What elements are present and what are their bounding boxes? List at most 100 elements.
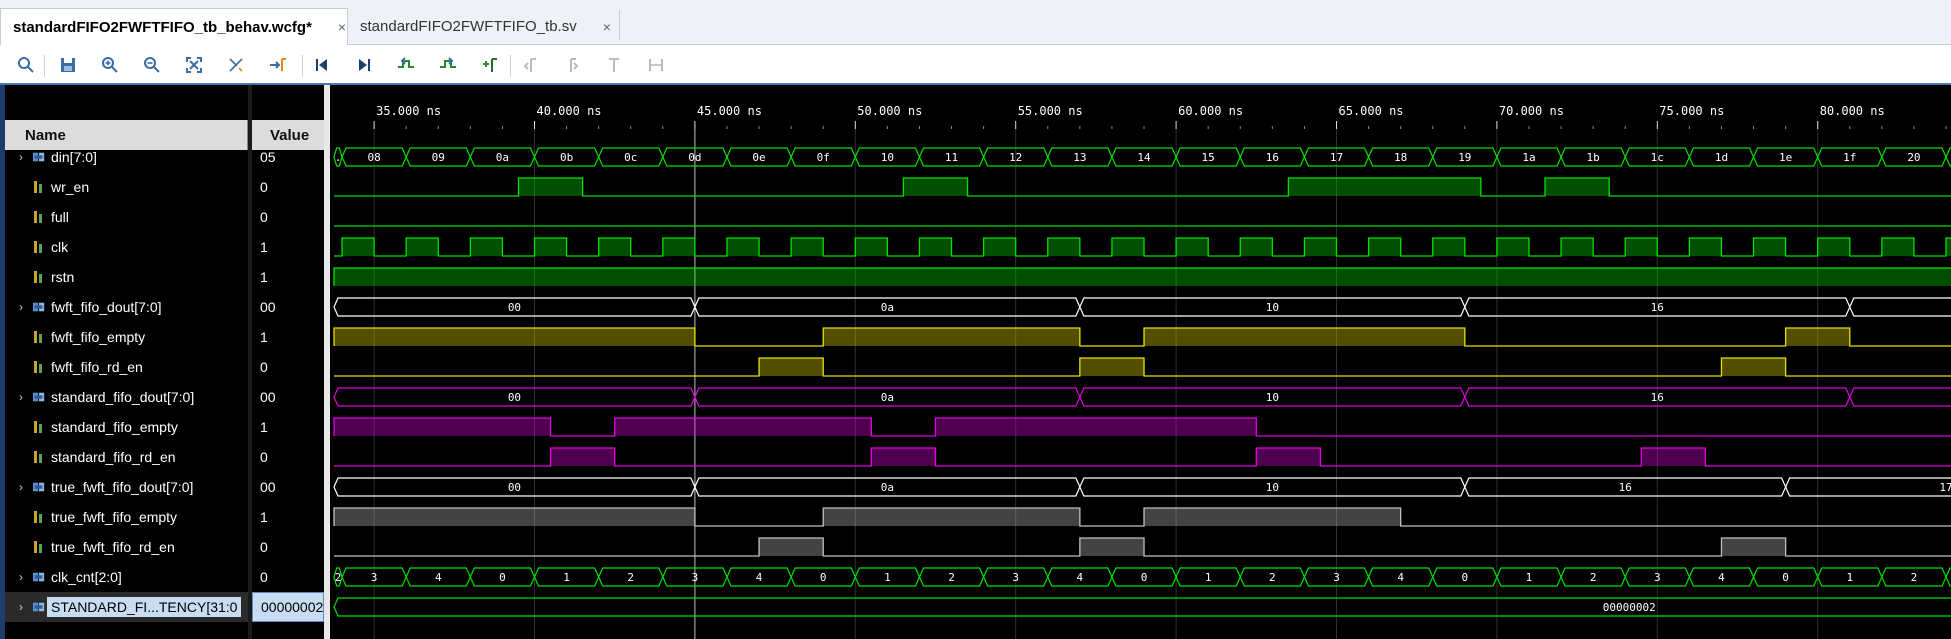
signal-row-true-fwft-fifo-dout-7-0[interactable]: › true_fwft_fifo_dout[7:0] xyxy=(5,472,248,502)
high-pulse xyxy=(342,238,375,256)
previous-transition-icon[interactable] xyxy=(394,53,418,77)
tab-divider xyxy=(619,10,620,40)
time-tick-label: 50.000 ns xyxy=(857,104,922,118)
time-tick-label: 70.000 ns xyxy=(1499,104,1564,118)
bus-segment xyxy=(1945,147,1951,167)
bus-value-label: 2 xyxy=(948,571,955,584)
signal-row-true-fwft-fifo-rd-en[interactable]: true_fwft_fifo_rd_en xyxy=(5,532,248,562)
signal-name: clk xyxy=(51,239,69,255)
signal-row-standard-fifo-dout-7-0[interactable]: › standard_fifo_dout[7:0] xyxy=(5,382,248,412)
signal-row-fwft-fifo-empty[interactable]: fwft_fifo_empty xyxy=(5,322,248,352)
bus-value-label: 0 xyxy=(1782,571,1789,584)
high-pulse xyxy=(1144,328,1465,346)
bus-value-label: 14 xyxy=(1137,151,1151,164)
signal-row-wr-en[interactable]: wr_en xyxy=(5,172,248,202)
next-transition-icon[interactable] xyxy=(436,53,460,77)
search-icon[interactable] xyxy=(14,53,38,77)
bus-value-label: 3 xyxy=(371,571,378,584)
high-pulse xyxy=(1641,448,1706,466)
close-icon[interactable]: × xyxy=(338,19,346,35)
signal-row-rstn[interactable]: rstn xyxy=(5,262,248,292)
bus-value-label: 0a xyxy=(881,391,894,404)
bus-value-label: 10 xyxy=(1266,391,1279,404)
signal-row-din-7-0[interactable]: › din[7:0] xyxy=(5,142,248,172)
high-pulse xyxy=(871,448,936,466)
signal-value: 0 xyxy=(260,569,268,585)
bus-segment xyxy=(1784,477,1951,497)
time-tick-label: 55.000 ns xyxy=(1018,104,1083,118)
expand-chevron-icon[interactable]: › xyxy=(5,300,23,314)
swap-markers-icon[interactable] xyxy=(602,53,626,77)
bus-value-label: 16 xyxy=(1651,391,1664,404)
time-tick-label: 80.000 ns xyxy=(1820,104,1885,118)
signal-row-standard-fi-tency-31-0[interactable]: › STANDARD_FI...TENCY[31:0 xyxy=(5,592,248,622)
expand-chevron-icon[interactable]: › xyxy=(5,600,23,614)
high-pulse xyxy=(1721,358,1786,376)
signal-row-true-fwft-fifo-empty[interactable]: true_fwft_fifo_empty xyxy=(5,502,248,532)
high-pulse xyxy=(1079,538,1145,556)
go-to-time-zero-icon[interactable] xyxy=(310,53,334,77)
high-pulse xyxy=(1111,238,1145,256)
bus-signal-icon xyxy=(23,391,45,403)
zoom-out-icon[interactable] xyxy=(140,53,164,77)
high-pulse xyxy=(1721,538,1786,556)
zoom-fit-icon[interactable] xyxy=(182,53,206,77)
time-tick-label: 65.000 ns xyxy=(1339,104,1404,118)
expand-chevron-icon[interactable]: › xyxy=(5,150,23,164)
signal-row-clk-cnt-2-0[interactable]: › clk_cnt[2:0] xyxy=(5,562,248,592)
next-marker-icon[interactable] xyxy=(560,53,584,77)
high-pulse xyxy=(1753,238,1786,256)
expand-chevron-icon[interactable]: › xyxy=(5,390,23,404)
cursor-center-icon[interactable] xyxy=(224,53,248,77)
high-pulse xyxy=(1946,238,1951,256)
high-pulse xyxy=(534,238,567,256)
signal-name: true_fwft_fifo_empty xyxy=(51,509,178,525)
snap-markers-icon[interactable] xyxy=(644,53,668,77)
bus-value-label: 3 xyxy=(692,571,699,584)
high-pulse xyxy=(855,238,888,256)
save-icon[interactable] xyxy=(56,53,80,77)
bus-value-label: 0 xyxy=(1462,571,1469,584)
high-pulse xyxy=(1625,238,1658,256)
signal-row-fwft-fifo-rd-en[interactable]: fwft_fifo_rd_en xyxy=(5,352,248,382)
expand-chevron-icon[interactable]: › xyxy=(5,480,23,494)
bus-value-label: 09 xyxy=(432,151,445,164)
tab-wcfg[interactable]: standardFIFO2FWFTFIFO_tb_behav.wcfg* × xyxy=(0,8,348,45)
tab-sv[interactable]: standardFIFO2FWFTFIFO_tb.sv × xyxy=(348,8,620,45)
previous-marker-icon[interactable] xyxy=(520,53,544,77)
signal-name: fwft_fifo_rd_en xyxy=(51,359,143,375)
bus-signal-icon xyxy=(23,481,45,493)
signal-value: 00 xyxy=(260,389,276,405)
go-to-last-time-icon[interactable] xyxy=(352,53,376,77)
add-marker-icon[interactable] xyxy=(478,53,502,77)
high-pulse xyxy=(1047,238,1080,256)
bus-value-label: 00 xyxy=(508,301,521,314)
expand-chevron-icon[interactable]: › xyxy=(5,570,23,584)
zoom-in-icon[interactable] xyxy=(98,53,122,77)
tab-label: standardFIFO2FWFTFIFO_tb.sv xyxy=(360,18,577,35)
signal-row-standard-fifo-rd-en[interactable]: standard_fifo_rd_en xyxy=(5,442,248,472)
high-pulse xyxy=(614,418,872,436)
close-icon[interactable]: × xyxy=(603,19,611,35)
signal-name: clk_cnt[2:0] xyxy=(51,569,122,585)
signal-row-fwft-fifo-dout-7-0[interactable]: › fwft_fifo_dout[7:0] xyxy=(5,292,248,322)
toolbar-separator xyxy=(44,55,45,77)
high-pulse xyxy=(903,178,968,196)
bus-value-label: 1c xyxy=(1651,151,1664,164)
signal-row-full[interactable]: full xyxy=(5,202,248,232)
time-tick-label: 35.000 ns xyxy=(376,104,441,118)
signal-row-clk[interactable]: clk xyxy=(5,232,248,262)
high-pulse xyxy=(1496,238,1529,256)
bus-value-label: 3 xyxy=(1012,571,1019,584)
bus-value-label: 4 xyxy=(1077,571,1084,584)
signal-value: 1 xyxy=(260,329,268,345)
bus-value-label: 4 xyxy=(435,571,442,584)
high-pulse xyxy=(470,238,503,256)
bus-value-label: 0 xyxy=(1141,571,1148,584)
swap-cursor-icon[interactable] xyxy=(266,53,290,77)
bus-value-label: 0d xyxy=(688,151,701,164)
waveform-canvas[interactable]: 35.000 ns 40.000 ns 45.000 ns 50.000 ns 55.0… xyxy=(330,85,1951,639)
time-tick-label: 45.000 ns xyxy=(697,104,762,118)
signal-row-standard-fifo-empty[interactable]: standard_fifo_empty xyxy=(5,412,248,442)
bit-signal-icon xyxy=(23,270,45,284)
